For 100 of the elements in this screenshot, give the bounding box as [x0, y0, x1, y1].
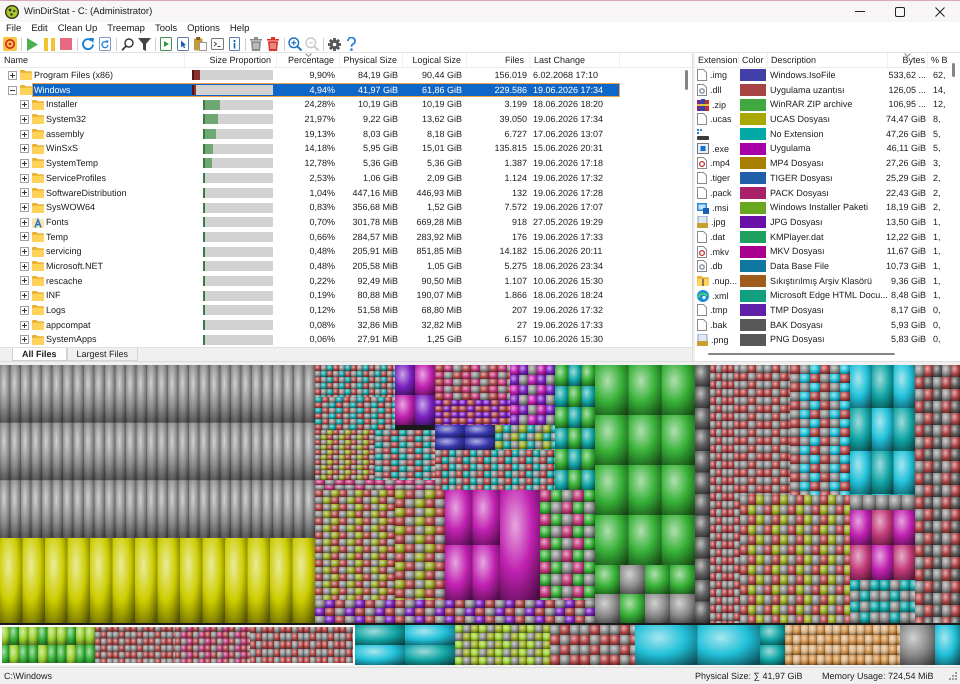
tree-row[interactable]: assembly 19,13% 8,03 GiB 8,18 GiB 6.727 17.06.2026 13:07: [44, 126, 620, 142]
extension-row[interactable]: .mkv MKV Dosyası 11,67 GiB 1,: [695, 244, 950, 259]
extension-row[interactable]: .msi Windows Installer Paketi 18,19 GiB 2,: [695, 200, 950, 215]
extension-row[interactable]: .dat KMPlayer.dat 12,22 GiB 1,: [695, 230, 950, 244]
menu-item[interactable]: Help: [224, 22, 254, 36]
expand-icon[interactable]: [20, 320, 29, 330]
extension-row[interactable]: .nup... Sıkıştırılmış Arşiv Klasörü 9,36 GiB 1,: [695, 274, 950, 288]
column-header[interactable]: Bytes: [888, 53, 928, 67]
extension-row[interactable]: .db Data Base File 10,73 GiB 1,: [695, 258, 950, 274]
menu-item[interactable]: Edit: [26, 22, 53, 36]
tab[interactable]: Largest Files: [66, 348, 138, 361]
expand-icon[interactable]: [20, 130, 29, 139]
extension-row[interactable]: .dll Uygulama uzantısı 126,05 ... 14,: [695, 82, 950, 98]
scrollbar-thumb[interactable]: [685, 70, 688, 90]
extension-row[interactable]: .tmp TMP Dosyası 8,17 GiB 0,: [695, 303, 950, 318]
tree-row[interactable]: Installer 24,28% 10,19 GiB 10,19 GiB 3.199 18.06.2026 18:20: [44, 97, 620, 112]
extension-row[interactable]: .tiger TIGER Dosyası 25,29 GiB 2,: [695, 170, 950, 186]
settings-button[interactable]: [326, 36, 342, 52]
select-drive-button[interactable]: [2, 36, 18, 52]
physical-size-text: 205,58 MiB: [352, 260, 399, 273]
expand-icon[interactable]: [20, 158, 29, 168]
expand-icon[interactable]: [20, 306, 29, 315]
column-header[interactable]: Size Proportion: [185, 53, 277, 67]
scrollbar-thumb[interactable]: [708, 352, 895, 356]
find-button[interactable]: [118, 36, 136, 52]
menu-item[interactable]: File: [1, 22, 26, 36]
resize-grip[interactable]: [949, 672, 957, 680]
expand-icon[interactable]: [20, 100, 29, 110]
tree-row[interactable]: SoftwareDistribution 1,04% 447,16 MiB 446,93 MiB 132 19.06.2026 17:28: [44, 186, 620, 200]
menu-item[interactable]: Clean Up: [52, 22, 102, 36]
extension-row[interactable]: .bak BAK Dosyası 5,93 GiB 0,: [695, 318, 950, 332]
expand-icon[interactable]: [20, 144, 29, 154]
command-prompt-button[interactable]: [208, 36, 226, 52]
menu-item[interactable]: Options: [182, 22, 225, 36]
expand-icon[interactable]: [20, 247, 29, 256]
column-header[interactable]: Physical Size: [340, 53, 403, 67]
tree-row[interactable]: Temp 0,66% 284,57 MiB 283,92 MiB 176 19.06.2026 17:33: [44, 230, 620, 244]
copy-path-button[interactable]: [192, 36, 208, 52]
open-item-button[interactable]: [158, 36, 174, 52]
expand-icon[interactable]: [20, 335, 29, 344]
tree-row[interactable]: rescache 0,22% 92,49 MiB 90,50 MiB 1.107 10.06.2026 15:30: [44, 274, 620, 288]
extension-row[interactable]: .zip WinRAR ZIP archive 106,95 ... 12,: [695, 97, 950, 112]
tree-row[interactable]: Program Files (x86) 9,90% 84,19 GiB 90,44 GiB 156.019 6.02.2068 17:10: [32, 68, 620, 83]
column-header[interactable]: Name: [0, 53, 185, 67]
extension-row[interactable]: .mp4 MP4 Dosyası 27,26 GiB 3,: [695, 156, 950, 171]
extension-row[interactable]: .pack PACK Dosyası 22,43 GiB 2,: [695, 186, 950, 200]
tree-row[interactable]: SystemApps 0,06% 27,91 MiB 1,25 GiB 6.157 10.06.2026 15:30: [44, 332, 620, 347]
tree-row[interactable]: servicing 0,48% 205,91 MiB 851,85 MiB 14.182 15.06.2026 20:11: [44, 244, 620, 259]
tree-row[interactable]: SysWOW64 0,83% 356,68 MiB 1,52 GiB 7.572 19.06.2026 17:07: [44, 200, 620, 215]
tab[interactable]: All Files: [12, 348, 67, 361]
column-header[interactable]: Color: [739, 53, 768, 67]
extension-row[interactable]: .jpg JPG Dosyası 13,50 GiB 1,: [695, 214, 950, 230]
percentage-text: 0,83%: [309, 201, 336, 214]
refresh-all-button[interactable]: [80, 36, 96, 52]
stop-button[interactable]: [58, 36, 74, 52]
menu-item[interactable]: Treemap: [102, 22, 150, 36]
bytes-text: 533,62 ...: [888, 69, 927, 82]
tree-row[interactable]: Fonts 0,70% 301,78 MiB 669,28 MiB 918 27.05.2026 19:29: [44, 214, 620, 230]
tree-row[interactable]: ServiceProfiles 2,53% 1,06 GiB 2,09 GiB 1.124 19.06.2026 17:32: [44, 170, 620, 186]
column-header[interactable]: Description: [768, 53, 888, 67]
tree-row[interactable]: INF 0,19% 80,88 MiB 190,07 MiB 1.866 18.06.2026 18:24: [44, 288, 620, 303]
expand-icon[interactable]: [20, 174, 29, 183]
image-file-icon: [697, 216, 708, 228]
extension-row[interactable]: .png PNG Dosyası 5,83 GiB 0,: [695, 332, 950, 347]
column-header[interactable]: Logical Size: [403, 53, 467, 67]
column-header[interactable]: Percentage: [277, 53, 340, 67]
extension-row[interactable]: .img Windows.IsoFile 533,62 ... 62,: [695, 68, 950, 83]
recycle-button[interactable]: [248, 36, 264, 52]
extension-row[interactable]: .ucas UCAS Dosyası 74,47 GiB 8,: [695, 112, 950, 127]
expand-icon[interactable]: [20, 218, 29, 227]
expand-icon[interactable]: [20, 276, 29, 286]
tree-row[interactable]: System32 21,97% 9,22 GiB 13,62 GiB 39.050 19.06.2026 17:34: [44, 112, 620, 127]
expand-icon[interactable]: [20, 203, 29, 212]
column-header[interactable]: Files: [467, 53, 530, 67]
expand-icon[interactable]: [20, 291, 29, 300]
select-item-button[interactable]: [174, 36, 192, 52]
expand-icon[interactable]: [20, 114, 29, 124]
tree-row[interactable]: Logs 0,12% 51,58 MiB 68,80 MiB 207 19.06.2026 17:32: [44, 303, 620, 318]
tree-row[interactable]: WinSxS 14,18% 5,95 GiB 15,01 GiB 135.815 15.06.2026 20:31: [44, 141, 620, 156]
extension-row[interactable]: No Extension 47,26 GiB 5,: [695, 126, 950, 142]
zoom-in-button[interactable]: [286, 36, 304, 52]
expand-icon[interactable]: [20, 232, 29, 242]
tree-row[interactable]: Windows 4,94% 41,97 GiB 61,86 GiB 229.586 19.06.2026 17:34: [32, 82, 620, 98]
extension-row[interactable]: .xml Microsoft Edge HTML Docu... 8,48 GiB 1,: [695, 288, 950, 303]
column-header[interactable]: Extension: [695, 53, 739, 67]
menu-item[interactable]: Tools: [150, 22, 182, 36]
collapse-icon[interactable]: [8, 86, 17, 95]
delete-button[interactable]: [264, 36, 282, 52]
tree-row[interactable]: SystemTemp 12,78% 5,36 GiB 5,36 GiB 1.387 19.06.2026 17:18: [44, 156, 620, 171]
tree-row[interactable]: appcompat 0,08% 32,86 MiB 32,82 MiB 27 19.06.2026 17:33: [44, 318, 620, 332]
tree-row[interactable]: Microsoft.NET 0,48% 205,58 MiB 1,05 GiB 5.275 18.06.2026 23:34: [44, 258, 620, 274]
refresh-selected-button[interactable]: [96, 36, 114, 52]
image-file-icon: [697, 334, 708, 346]
expand-icon[interactable]: [8, 70, 17, 80]
extension-row[interactable]: .exe Uygulama 46,11 GiB 5,: [695, 141, 950, 156]
column-header[interactable]: Last Change: [530, 53, 620, 67]
filter-button[interactable]: [136, 36, 152, 52]
scrollbar-thumb[interactable]: [952, 63, 955, 77]
expand-icon[interactable]: [20, 262, 29, 271]
expand-icon[interactable]: [20, 188, 29, 198]
